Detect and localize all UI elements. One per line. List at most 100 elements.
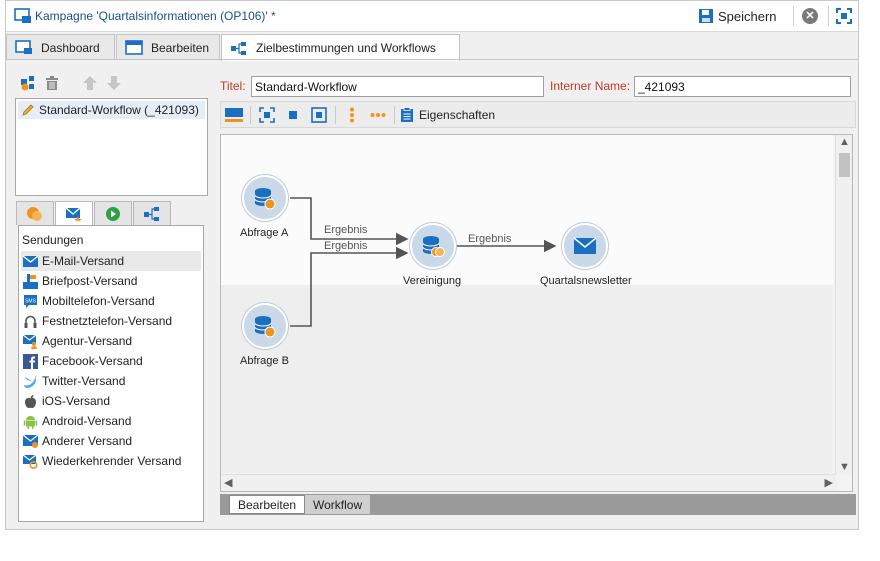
tab-targeting-activities[interactable]: [16, 201, 54, 225]
query-a-activity[interactable]: [242, 175, 288, 221]
tabs-divider: [6, 59, 858, 60]
node-label: Abfrage A: [240, 227, 289, 239]
properties-button[interactable]: Eigenschaften: [398, 106, 495, 123]
tab-label: Dashboard: [41, 40, 100, 55]
tab-targeting-workflows[interactable]: Zielbestimmungen und Workflows: [221, 34, 460, 61]
square-icon: [289, 110, 297, 119]
letter-icon: [23, 273, 38, 289]
transition-label: Ergebnis: [468, 233, 512, 245]
query-b-activity[interactable]: [242, 303, 288, 349]
layout-icon: [225, 107, 243, 122]
window-title: Kampagne 'Quartalsinformationen (OP106)'…: [35, 9, 276, 23]
tab-dashboard[interactable]: Dashboard: [6, 34, 115, 60]
dashboard-icon: [15, 40, 32, 54]
list-item[interactable]: Android-Versand: [21, 411, 201, 431]
workflow-item-label: Standard-Workflow (_421093): [39, 103, 199, 117]
palette-heading: Sendungen: [22, 233, 84, 247]
toggle-palette-button[interactable]: [221, 104, 247, 126]
newsletter-delivery-activity[interactable]: [562, 223, 608, 269]
trash-icon[interactable]: [44, 75, 60, 91]
zoom-actual-button[interactable]: [280, 104, 306, 126]
recurring-delivery-icon: [23, 454, 38, 469]
list-item[interactable]: Standard-Workflow (_421093): [18, 101, 205, 119]
delivery-label: Agentur-Versand: [42, 334, 133, 348]
email-icon: [23, 254, 38, 267]
campaign-window: Kampagne 'Quartalsinformationen (OP106)'…: [5, 0, 859, 530]
toolbar-separator: [793, 6, 794, 26]
list-item[interactable]: Festnetztelefon-Versand: [21, 311, 201, 331]
scrollbar-thumb[interactable]: [839, 153, 850, 177]
list-item[interactable]: Twitter-Versand: [21, 371, 201, 391]
svg-text:SMS: SMS: [25, 298, 37, 304]
android-icon: [23, 415, 38, 429]
toolbar-separator: [335, 105, 336, 124]
delivery-label: Anderer Versand: [42, 434, 133, 448]
node-label: Quartalsnewsletter: [540, 275, 632, 287]
frame-icon: [311, 106, 327, 123]
vertical-layout-button[interactable]: [339, 104, 365, 126]
facebook-icon: [23, 353, 38, 369]
list-item[interactable]: Briefpost-Versand: [21, 271, 201, 291]
save-button-label: Speichern: [718, 8, 777, 24]
zoom-fit-button[interactable]: [254, 104, 280, 126]
targeting-icon: [27, 206, 42, 221]
tab-label: Zielbestimmungen und Workflows: [256, 41, 436, 55]
list-item[interactable]: SMS Mobiltelefon-Versand: [21, 291, 201, 311]
delivery-label: E-Mail-Versand: [42, 254, 125, 268]
scroll-down-icon[interactable]: ▼: [839, 461, 850, 473]
list-item[interactable]: E-Mail-Versand: [21, 251, 201, 271]
horizontal-scrollbar[interactable]: ◀ ▶: [221, 474, 836, 491]
delivery-label: Wiederkehrender Versand: [42, 454, 182, 468]
horizontal-layout-button[interactable]: [365, 104, 391, 126]
tab-edit-view[interactable]: Bearbeiten: [229, 495, 306, 514]
list-item[interactable]: iOS-Versand: [21, 391, 201, 411]
tab-label: Workflow: [313, 497, 363, 512]
list-item[interactable]: Agentur-Versand: [21, 331, 201, 351]
workflow-list-toolbar: [20, 73, 122, 93]
list-item[interactable]: Facebook-Versand: [21, 351, 201, 371]
delivery-label: Android-Versand: [42, 414, 132, 428]
scroll-left-icon[interactable]: ◀: [224, 476, 232, 489]
zoom-frame-button[interactable]: [306, 104, 332, 126]
zoom-fit-icon: [259, 106, 275, 123]
save-button[interactable]: Speichern: [698, 6, 777, 26]
union-icon: [422, 236, 445, 257]
play-icon: [106, 206, 120, 221]
workflow-icon: [144, 206, 159, 221]
tab-delivery-activities[interactable]: [55, 201, 93, 226]
internal-name-field[interactable]: [634, 76, 851, 97]
move-down-icon[interactable]: [106, 75, 122, 91]
tab-flow-control[interactable]: [94, 201, 132, 225]
title-bar: Kampagne 'Quartalsinformationen (OP106)'…: [6, 1, 858, 32]
maximize-icon[interactable]: [836, 8, 852, 24]
add-workflow-icon[interactable]: [20, 75, 36, 91]
canvas-view-tabs: Bearbeiten Workflow: [220, 494, 856, 515]
scroll-up-icon[interactable]: ▲: [839, 136, 850, 148]
tab-edit[interactable]: Bearbeiten: [116, 34, 220, 60]
internal-name-label: Interner Name:: [550, 79, 631, 93]
list-item[interactable]: Anderer Versand: [21, 431, 201, 451]
delivery-label: Briefpost-Versand: [42, 274, 138, 288]
delivery-label: Festnetztelefon-Versand: [42, 314, 173, 328]
database-query-icon: [254, 316, 276, 338]
delivery-label: Twitter-Versand: [42, 374, 126, 388]
agency-icon: [23, 334, 37, 349]
tab-data-management[interactable]: [133, 201, 171, 225]
close-icon[interactable]: ✕: [802, 8, 818, 24]
workflow-canvas[interactable]: Abfrage A Abfrage B Vereinigung Quartals…: [220, 134, 853, 492]
union-activity[interactable]: [410, 223, 456, 269]
vertical-dots-icon: [350, 107, 354, 122]
tab-workflow-view[interactable]: Workflow: [305, 495, 371, 514]
title-field[interactable]: [251, 76, 544, 97]
sms-icon: SMS: [24, 294, 37, 308]
title-label: Titel:: [220, 79, 246, 93]
workflow-icon: [231, 41, 246, 55]
vertical-scrollbar[interactable]: ▲ ▼: [835, 135, 852, 474]
tab-label: Bearbeiten: [238, 497, 297, 512]
list-item[interactable]: Wiederkehrender Versand: [21, 451, 201, 471]
scroll-right-icon[interactable]: ▶: [825, 476, 833, 489]
email-icon: [573, 237, 597, 254]
phone-icon: [24, 315, 37, 328]
move-up-icon[interactable]: [82, 75, 98, 91]
delivery-list: E-Mail-Versand Briefpost-Versand SMS Mob…: [21, 251, 201, 471]
